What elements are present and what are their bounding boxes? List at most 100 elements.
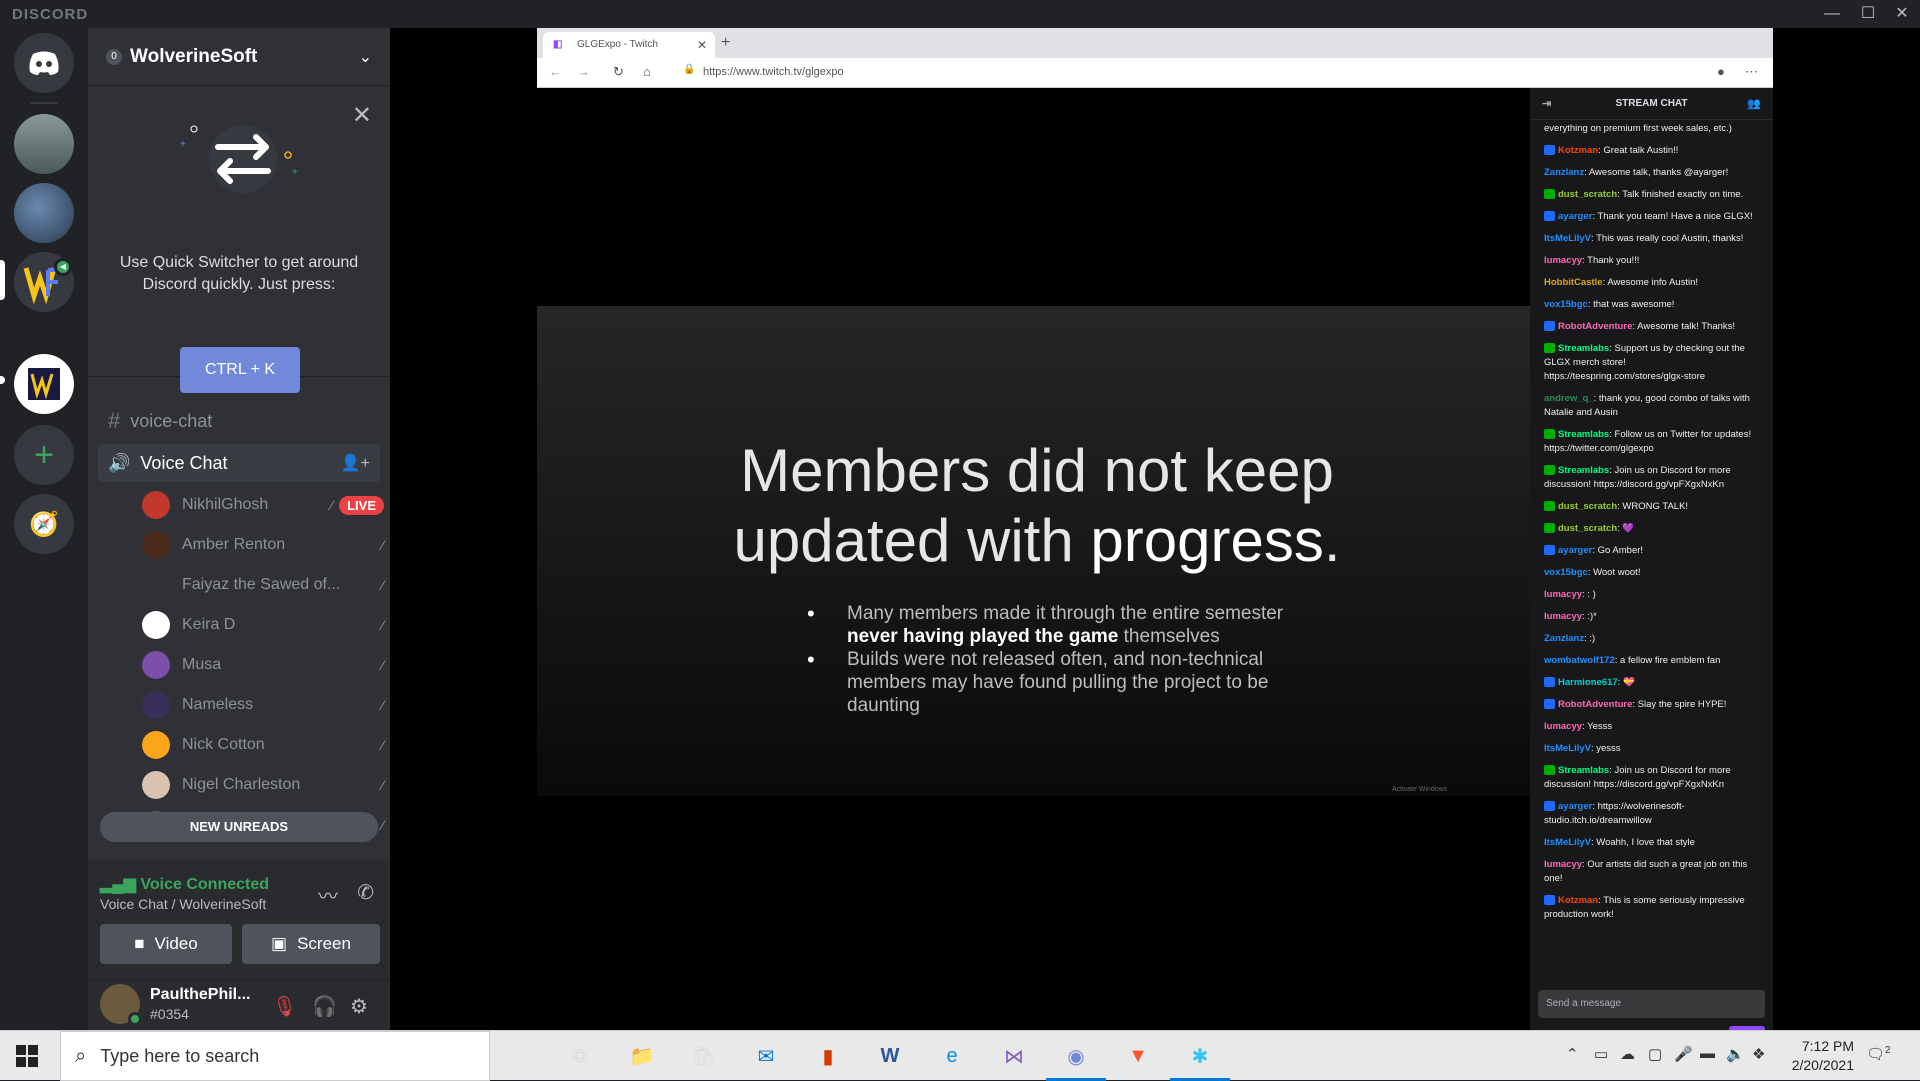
chat-username[interactable]: RobotAdventure bbox=[1558, 699, 1632, 710]
collapse-icon[interactable]: ⇥ bbox=[1542, 88, 1551, 120]
gear-icon[interactable]: ⚙ bbox=[350, 994, 368, 1019]
edge-icon[interactable]: e bbox=[934, 1039, 970, 1073]
meet-now-icon[interactable]: ▭ bbox=[1594, 1045, 1608, 1063]
home-icon[interactable]: ⌂ bbox=[643, 64, 651, 79]
url-field[interactable]: https://www.twitch.tv/glgexpo bbox=[703, 66, 844, 78]
browser-tab[interactable]: ◧ GLGExpo - Twitch ✕ bbox=[543, 32, 715, 58]
avatar[interactable]: ● bbox=[1717, 64, 1725, 79]
server-icon-2[interactable] bbox=[14, 183, 74, 243]
voice-user[interactable]: Nameless ⁄ bbox=[142, 686, 384, 724]
mute-microphone-icon[interactable]: 🎙 bbox=[272, 994, 297, 1019]
close-icon[interactable]: ✕ bbox=[697, 32, 707, 58]
chat-username[interactable]: wombatwolf172 bbox=[1544, 655, 1615, 666]
back-icon[interactable]: ← bbox=[549, 64, 562, 79]
screen-share-button[interactable]: ▣ Screen bbox=[242, 924, 380, 964]
chat-username[interactable]: ItsMeLilyV bbox=[1544, 837, 1591, 848]
microphone-icon[interactable]: 🎤 bbox=[1674, 1045, 1693, 1063]
chat-username[interactable]: vox15bgc bbox=[1544, 567, 1588, 578]
chat-username[interactable]: Zanzlanz bbox=[1544, 633, 1584, 644]
chat-username[interactable]: Streamlabs bbox=[1558, 429, 1609, 440]
windows-start-icon[interactable] bbox=[16, 1045, 38, 1067]
reload-icon[interactable]: ↻ bbox=[613, 64, 624, 80]
voice-user[interactable]: NikhilGhosh ⁄ LIVE bbox=[142, 486, 384, 524]
display-icon[interactable]: ▢ bbox=[1648, 1045, 1662, 1063]
explore-servers-button[interactable]: 🧭 bbox=[14, 494, 74, 554]
server-icon-1[interactable] bbox=[14, 114, 74, 174]
taskbar-clock[interactable]: 7:12 PM 2/20/2021 bbox=[1792, 1037, 1854, 1075]
stream-video[interactable]: Members did not keep updated with progre… bbox=[537, 88, 1530, 1030]
voice-user[interactable]: Musa ⁄ bbox=[142, 646, 384, 684]
chat-username[interactable]: ItsMeLilyV bbox=[1544, 743, 1591, 754]
onedrive-icon[interactable]: ☁ bbox=[1620, 1045, 1635, 1063]
chat-username[interactable]: Streamlabs bbox=[1558, 765, 1609, 776]
file-explorer-icon[interactable]: 📁 bbox=[624, 1039, 660, 1073]
volume-icon[interactable]: 🔈 bbox=[1726, 1045, 1745, 1063]
chat-username[interactable]: ayarger bbox=[1558, 801, 1592, 812]
voice-user[interactable]: Nigel Charleston ⁄ bbox=[142, 766, 384, 804]
notifications-icon[interactable]: 🗨2 bbox=[1866, 1045, 1891, 1063]
minimize-button[interactable]: — bbox=[1814, 3, 1850, 25]
chat-username[interactable]: HobbitCastle bbox=[1544, 277, 1603, 288]
new-unreads-button[interactable]: NEW UNREADS bbox=[100, 812, 378, 842]
forward-icon[interactable]: → bbox=[577, 64, 590, 79]
visual-studio-icon[interactable]: ⋈ bbox=[996, 1039, 1032, 1073]
new-tab-button[interactable]: + bbox=[721, 34, 730, 52]
chat-username[interactable]: Streamlabs bbox=[1558, 343, 1609, 354]
chat-username[interactable]: lumacyy bbox=[1544, 589, 1582, 600]
chat-text: : Go Amber! bbox=[1592, 545, 1644, 556]
chat-username[interactable]: Zanzlanz bbox=[1544, 167, 1584, 178]
chat-username[interactable]: lumacyy bbox=[1544, 611, 1582, 622]
ctrl-k-button[interactable]: CTRL + K bbox=[180, 347, 300, 393]
chat-username[interactable]: dust_scratch bbox=[1558, 189, 1617, 200]
voice-user[interactable]: Nick Cotton ⁄ bbox=[142, 726, 384, 764]
headphones-icon[interactable]: 🎧 bbox=[312, 994, 337, 1019]
chat-username[interactable]: lumacyy bbox=[1544, 255, 1582, 266]
chat-username[interactable]: andrew_q_ bbox=[1544, 393, 1594, 404]
channel-voice-chat[interactable]: 🔊 Voice Chat 👤+ bbox=[98, 444, 380, 482]
close-icon[interactable]: ✕ bbox=[352, 101, 372, 130]
invite-user-icon[interactable]: 👤+ bbox=[341, 453, 370, 473]
server-icon-wolverinesoft[interactable] bbox=[14, 354, 74, 414]
video-button[interactable]: ■ Video bbox=[100, 924, 232, 964]
dropbox-icon[interactable]: ❖ bbox=[1752, 1045, 1765, 1063]
chat-username[interactable]: dust_scratch bbox=[1558, 501, 1617, 512]
voice-user[interactable]: Keira D ⁄ bbox=[142, 606, 384, 644]
home-button[interactable] bbox=[14, 33, 74, 93]
noise-suppression-icon[interactable]: 〰 bbox=[318, 880, 338, 909]
disconnect-icon[interactable]: ✆ bbox=[357, 880, 374, 905]
more-icon[interactable]: ⋯ bbox=[1745, 64, 1758, 80]
chat-username[interactable]: Harmione617 bbox=[1558, 677, 1618, 688]
chat-username[interactable]: dust_scratch bbox=[1558, 523, 1617, 534]
chat-username[interactable]: Streamlabs bbox=[1558, 465, 1609, 476]
chat-username[interactable]: Kotzman bbox=[1558, 145, 1598, 156]
slack-icon[interactable]: ✱ bbox=[1170, 1039, 1230, 1081]
brave-icon[interactable]: ▼ bbox=[1120, 1039, 1156, 1073]
discord-taskbar-icon[interactable]: ◉ bbox=[1046, 1039, 1106, 1081]
task-view-icon[interactable]: ⧉ bbox=[562, 1039, 598, 1073]
users-icon[interactable]: 👥 bbox=[1747, 88, 1761, 120]
mail-icon[interactable]: ✉ bbox=[748, 1039, 784, 1073]
chat-username[interactable]: ayarger bbox=[1558, 211, 1592, 222]
voice-user[interactable]: Faiyaz the Sawed of... ⁄ bbox=[142, 566, 384, 604]
chat-username[interactable]: RobotAdventure bbox=[1558, 321, 1632, 332]
maximize-button[interactable]: ☐ bbox=[1850, 3, 1886, 25]
chat-username[interactable]: ItsMeLilyV bbox=[1544, 233, 1591, 244]
chat-input[interactable]: Send a message bbox=[1538, 990, 1765, 1018]
word-icon[interactable]: W bbox=[872, 1039, 908, 1073]
chat-username[interactable]: Kotzman bbox=[1558, 895, 1598, 906]
chat-username[interactable]: ayarger bbox=[1558, 545, 1592, 556]
channel-voice-chat-text[interactable]: # voice-chat bbox=[98, 402, 380, 440]
chevron-up-icon[interactable]: ⌃ bbox=[1566, 1045, 1579, 1063]
chat-username[interactable]: lumacyy bbox=[1544, 859, 1582, 870]
cortana-icon[interactable]: ○ bbox=[502, 1039, 538, 1073]
chat-username[interactable]: vox15bgc bbox=[1544, 299, 1588, 310]
voice-user[interactable]: Amber Renton ⁄ bbox=[142, 526, 384, 564]
add-server-button[interactable]: + bbox=[14, 425, 74, 485]
taskbar-search[interactable]: ⌕ Type here to search bbox=[60, 1031, 490, 1081]
store-icon[interactable]: 🛍 bbox=[686, 1039, 722, 1073]
guild-header[interactable]: 0 WolverineSoft ⌄ bbox=[88, 28, 390, 86]
battery-icon[interactable]: ▬ bbox=[1700, 1045, 1715, 1062]
office-icon[interactable]: ▮ bbox=[810, 1039, 846, 1073]
chat-username[interactable]: lumacyy bbox=[1544, 721, 1582, 732]
close-window-button[interactable]: ✕ bbox=[1884, 3, 1920, 25]
